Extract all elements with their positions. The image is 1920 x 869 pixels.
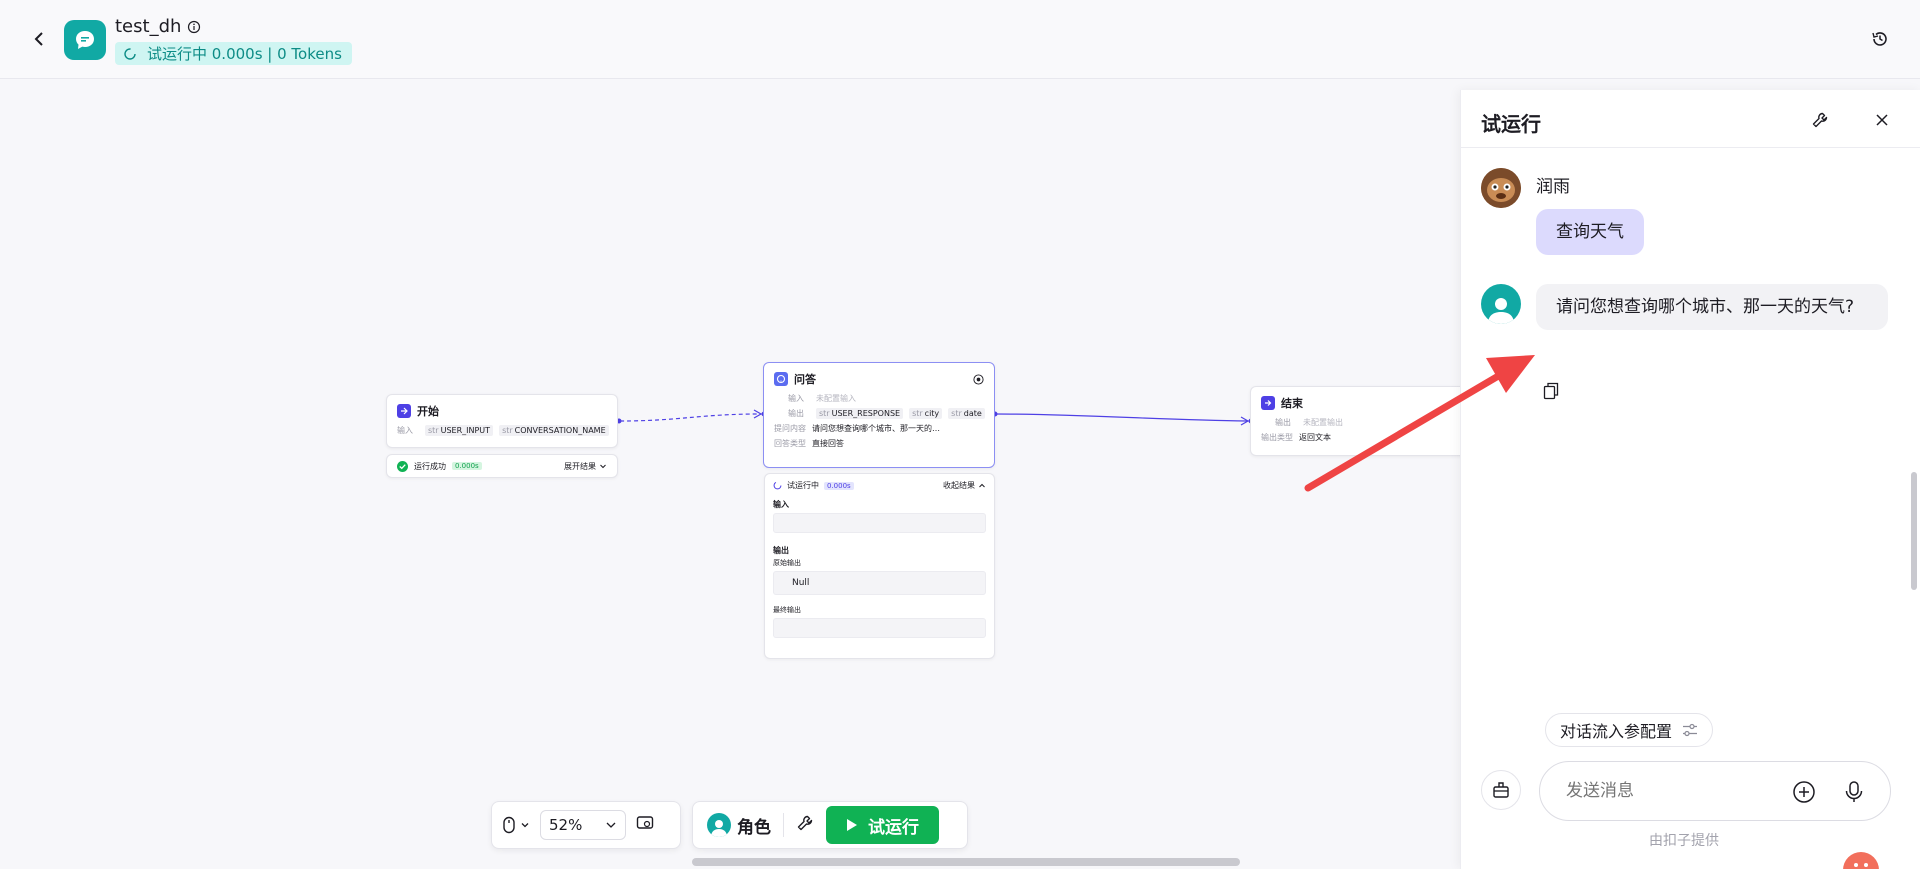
red-annotation-arrow bbox=[1304, 355, 1535, 492]
annotation-arrow-layer bbox=[1304, 355, 1535, 492]
